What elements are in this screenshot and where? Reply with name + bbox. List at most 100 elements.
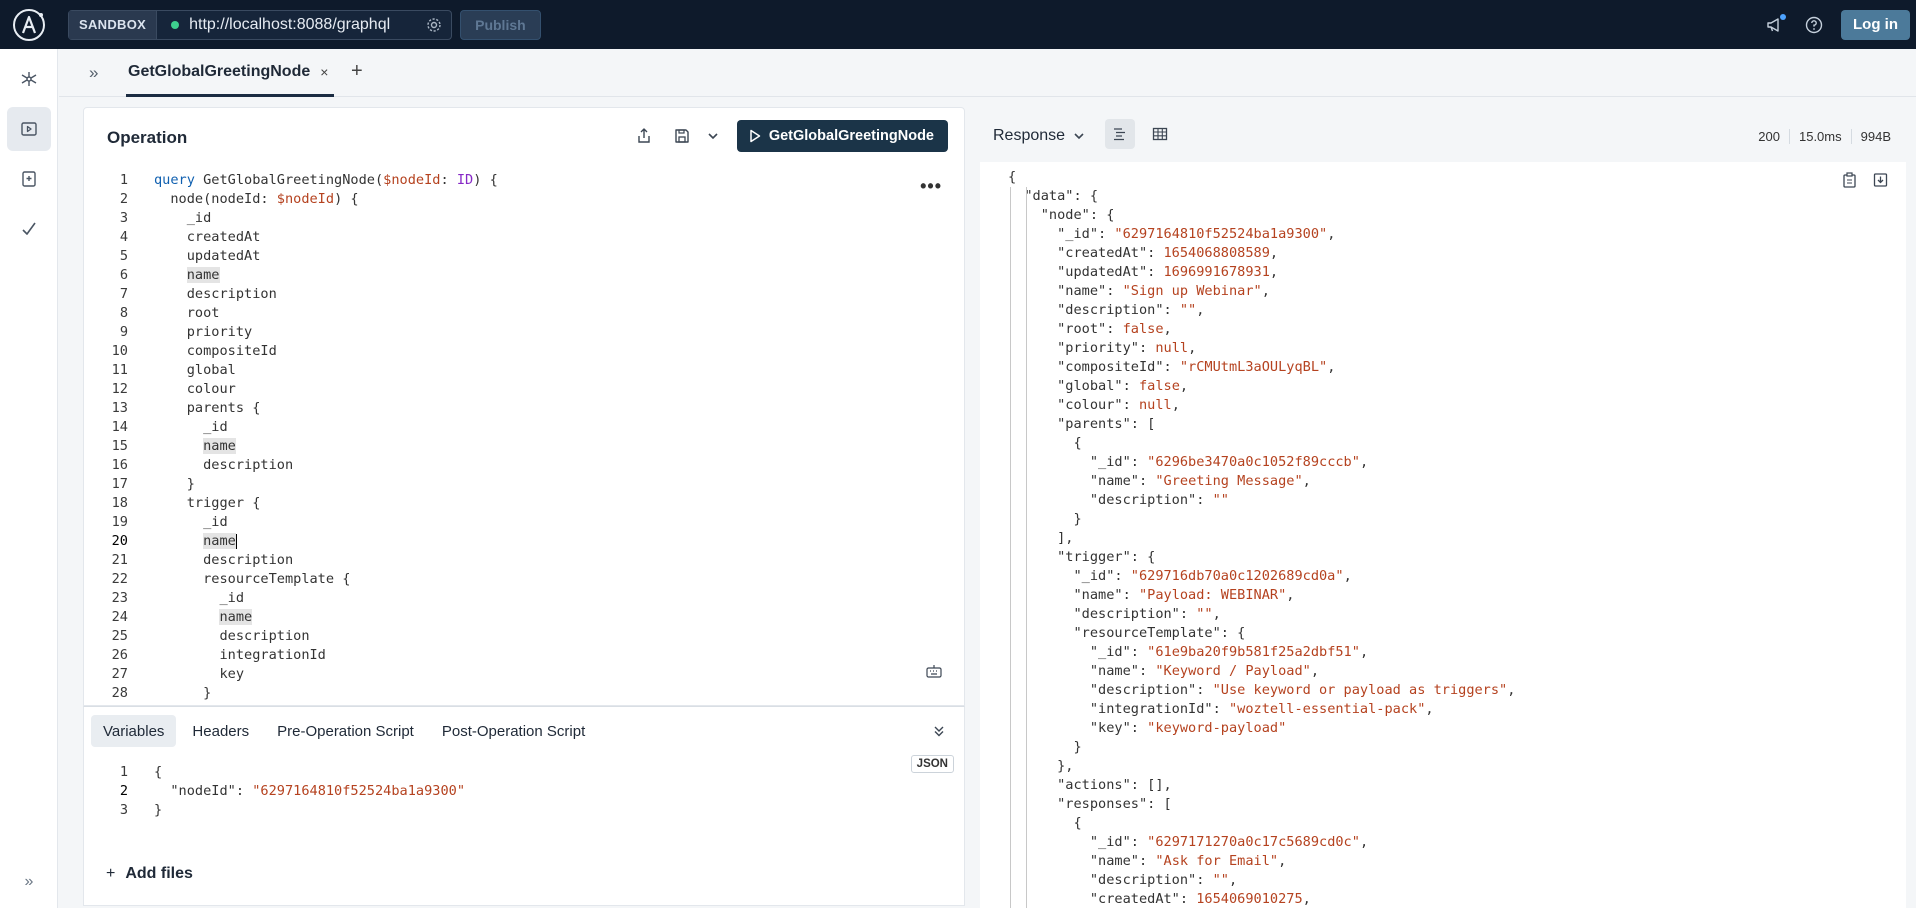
code-token: name <box>203 533 236 549</box>
download-icon[interactable] <box>1873 172 1888 193</box>
json-token: , <box>1327 359 1336 375</box>
line-number: 13 <box>111 400 128 416</box>
code-token: name <box>219 609 253 625</box>
code-text: _id <box>128 589 244 608</box>
code-line: 13 parents { <box>84 399 964 418</box>
code-line: 10 compositeId <box>84 342 964 361</box>
json-line: "resourceTemplate": { <box>1008 624 1515 643</box>
keyboard-shortcuts-icon[interactable] <box>926 664 942 683</box>
tab-post-operation-script[interactable]: Post-Operation Script <box>430 715 597 747</box>
json-token: false <box>1138 378 1180 394</box>
checkmark-icon[interactable] <box>7 207 51 251</box>
code-token: } <box>154 476 195 492</box>
json-token: 1654068808589 <box>1163 245 1270 261</box>
code-line: 26 integrationId <box>84 646 964 665</box>
code-token: node(nodeId: <box>154 191 277 207</box>
code-text: global <box>128 361 236 380</box>
table-view-icon[interactable] <box>1145 119 1175 149</box>
json-token: , <box>1302 473 1311 489</box>
json-token: "key": <box>1008 720 1148 736</box>
json-token: , <box>1327 226 1336 242</box>
variables-editor[interactable]: 1{2 "nodeId": "6297164810f52524ba1a9300"… <box>84 763 964 820</box>
code-token: _id <box>154 590 245 606</box>
json-token: "parents": [ <box>1008 416 1156 432</box>
json-line: "compositeId": "rCMUtmL3aOULyqBL", <box>1008 358 1515 377</box>
collapse-panel-icon[interactable] <box>932 724 946 743</box>
line-number: 7 <box>119 286 128 302</box>
line-number: 26 <box>111 647 128 663</box>
json-token: , <box>1310 663 1320 679</box>
chevron-down-icon[interactable] <box>701 121 725 151</box>
publish-button[interactable]: Publish <box>460 9 541 40</box>
megaphone-icon[interactable] <box>1761 12 1787 38</box>
code-line: 15 name <box>84 437 964 456</box>
response-json[interactable]: { "data": { "node": { "_id": "6297164810… <box>1008 168 1515 908</box>
copy-icon[interactable] <box>1842 172 1857 193</box>
code-text: description <box>128 551 293 570</box>
operation-editor[interactable]: 1 query GetGlobalGreetingNode($nodeId: ID… <box>84 171 964 703</box>
run-operation-button[interactable]: GetGlobalGreetingNode <box>736 120 948 152</box>
json-token: ], <box>1008 530 1074 546</box>
json-token: "name": <box>1008 473 1156 489</box>
log-in-button[interactable]: Log in <box>1841 9 1910 40</box>
checks-icon[interactable] <box>7 157 51 201</box>
tab-getglobalgreetingnode[interactable]: GetGlobalGreetingNode × <box>126 49 334 97</box>
json-token: "data": { <box>1008 188 1099 204</box>
json-line: "description": "", <box>1008 605 1515 624</box>
code-line: 7 description <box>84 285 964 304</box>
json-token: "rCMUtmL3aOULyqBL" <box>1179 359 1328 375</box>
apollo-logo-icon[interactable] <box>0 0 58 49</box>
code-token: description <box>154 457 294 473</box>
code-text: updatedAt <box>128 247 261 266</box>
endpoint-selector[interactable]: SANDBOX http://localhost:8088/graphql <box>68 9 453 40</box>
expand-rail-icon[interactable]: » <box>17 870 41 894</box>
json-token: , <box>1425 701 1434 717</box>
code-line: 21 description <box>84 551 964 570</box>
close-icon[interactable]: × <box>320 64 328 80</box>
add-tab-icon[interactable]: + <box>351 60 363 83</box>
json-token: "" <box>1212 492 1229 508</box>
json-line: { <box>1008 168 1515 187</box>
add-files-button[interactable]: + Add files <box>106 865 193 883</box>
json-token: , <box>1278 853 1287 869</box>
json-token: 1654069010275 <box>1196 891 1303 907</box>
line-number: 17 <box>111 476 128 492</box>
code-text: } <box>128 801 162 820</box>
top-bar: SANDBOX http://localhost:8088/graphql Pu… <box>0 0 1916 49</box>
tab-pre-operation-script[interactable]: Pre-Operation Script <box>265 715 426 747</box>
json-token: "updatedAt": <box>1008 264 1164 280</box>
gear-icon[interactable] <box>417 11 451 39</box>
sandbox-label: SANDBOX <box>69 10 158 39</box>
expand-sidebar-icon[interactable]: » <box>89 63 98 83</box>
response-view-select[interactable]: Response <box>993 127 1085 145</box>
code-text: key <box>128 665 244 684</box>
schema-icon[interactable] <box>7 57 51 101</box>
json-line: "data": { <box>1008 187 1515 206</box>
json-line: "root": false, <box>1008 320 1515 339</box>
explorer-icon[interactable] <box>7 107 51 151</box>
code-line: 12 colour <box>84 380 964 399</box>
json-token: , <box>1359 644 1369 660</box>
json-line: "responses": [ <box>1008 795 1515 814</box>
json-view-icon[interactable] <box>1105 119 1135 149</box>
code-text: { <box>128 763 162 782</box>
save-icon[interactable] <box>663 121 701 151</box>
code-text: name <box>128 266 220 285</box>
json-token: "global": <box>1008 378 1139 394</box>
share-icon[interactable] <box>625 121 663 151</box>
code-token: priority <box>154 324 253 340</box>
help-icon[interactable] <box>1801 12 1827 38</box>
code-text: _id <box>128 209 212 228</box>
endpoint-url[interactable]: http://localhost:8088/graphql <box>189 16 417 34</box>
tab-headers[interactable]: Headers <box>180 715 261 747</box>
code-text: parents { <box>128 399 261 418</box>
json-token: "name": <box>1008 663 1156 679</box>
code-text: _id <box>128 513 228 532</box>
json-line: "_id": "6296be3470a0c1052f89cccb", <box>1008 453 1515 472</box>
code-line: 1 query GetGlobalGreetingNode($nodeId: ID… <box>84 171 964 190</box>
line-number: 10 <box>111 343 128 359</box>
json-line: { <box>1008 814 1515 833</box>
code-text: name <box>128 437 236 456</box>
tab-variables[interactable]: Variables <box>91 715 177 747</box>
